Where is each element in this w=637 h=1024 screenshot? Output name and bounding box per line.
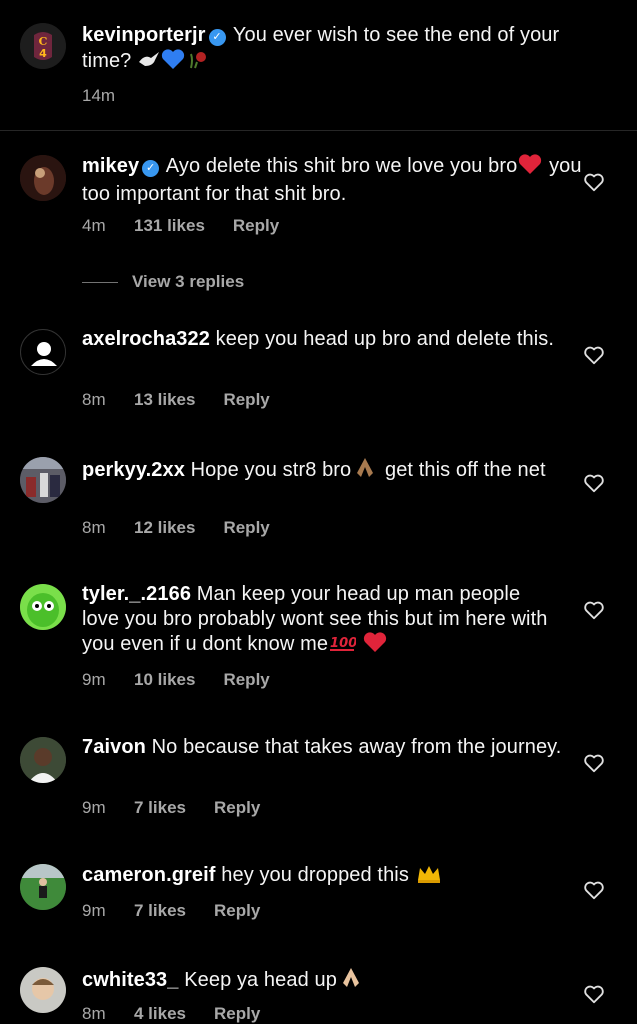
caption-meta: 14m: [82, 86, 134, 106]
comment-likes[interactable]: 131 likes: [134, 216, 205, 236]
hundred-points-emoji-icon: 100: [328, 631, 357, 660]
svg-text:4: 4: [39, 47, 47, 60]
comment-likes[interactable]: 13 likes: [134, 390, 195, 410]
comment-meta: 8m 13 likes Reply: [82, 390, 270, 410]
heart-outline-icon[interactable]: [583, 879, 605, 901]
heart-outline-icon[interactable]: [583, 983, 605, 1005]
reply-button[interactable]: Reply: [214, 901, 260, 921]
heart-outline-icon[interactable]: [583, 472, 605, 494]
comment-meta: 4m 131 likes Reply: [82, 216, 279, 236]
verified-badge-icon: ✓: [142, 160, 160, 177]
comment-perkyy: perkyy.2xx Hope you str8 bro get this of…: [82, 455, 582, 486]
caption-username[interactable]: kevinporterjr: [82, 24, 206, 46]
comment-text-continued: get this off the net: [384, 459, 546, 481]
caption-divider: [0, 130, 637, 131]
caption-text: kevinporterjr ✓ You ever wish to see the …: [82, 23, 582, 76]
comment-text: Hope you str8 bro: [190, 459, 352, 481]
comment-time: 9m: [82, 798, 106, 817]
avatar-axelrocha322[interactable]: [20, 329, 66, 375]
reply-button[interactable]: Reply: [223, 670, 269, 690]
crown-emoji-icon: [415, 862, 443, 891]
wilted-rose-emoji-icon: [185, 48, 209, 77]
comment-username[interactable]: tyler._.2166: [82, 583, 191, 605]
comment-text: Ayo delete this shit bro we love you bro: [165, 155, 518, 177]
comment-meta: 9m 10 likes Reply: [82, 670, 270, 690]
comment-likes[interactable]: 7 likes: [134, 901, 186, 921]
avatar-tyler[interactable]: [20, 584, 66, 630]
caption-avatar[interactable]: C 4: [20, 23, 66, 69]
comment-meta: 8m 4 likes Reply: [82, 1004, 260, 1024]
comment-username[interactable]: perkyy.2xx: [82, 459, 185, 481]
view-replies-button[interactable]: View 3 replies: [82, 270, 244, 294]
comment-time: 8m: [82, 1004, 106, 1023]
comment-7aivon: 7aivon No because that takes away from t…: [82, 735, 582, 760]
comment-username[interactable]: cameron.greif: [82, 864, 216, 886]
avatar-cwhite33[interactable]: [20, 967, 66, 1013]
comment-likes[interactable]: 12 likes: [134, 518, 195, 538]
comment-text: No because that takes away from the jour…: [151, 736, 562, 758]
comment-meta: 8m 12 likes Reply: [82, 518, 270, 538]
reply-button[interactable]: Reply: [223, 518, 269, 538]
caption-time: 14m: [82, 86, 116, 105]
folded-hands-emoji-icon: [351, 455, 379, 486]
blue-heart-emoji-icon: [161, 48, 185, 77]
comment-time: 4m: [82, 216, 106, 235]
comment-mikey: mikey ✓ Ayo delete this shit bro we love …: [82, 153, 582, 206]
red-heart-emoji-icon: [362, 631, 388, 660]
heart-outline-icon[interactable]: [583, 171, 605, 193]
post-caption: C 4 kevinporterjr ✓ You ever wish to see …: [0, 0, 637, 130]
comment-username[interactable]: axelrocha322: [82, 328, 210, 350]
comment-time: 8m: [82, 518, 106, 537]
heart-outline-icon[interactable]: [583, 344, 605, 366]
comment-cameron-greif: cameron.greif hey you dropped this: [82, 862, 582, 891]
comment-username[interactable]: cwhite33_: [82, 969, 179, 991]
avatar-7aivon[interactable]: [20, 737, 66, 783]
comment-tyler: tyler._.2166 Man keep your head up man p…: [82, 582, 562, 660]
comment-time: 9m: [82, 670, 106, 689]
comment-text: keep you head up bro and delete this.: [215, 328, 555, 350]
reply-button[interactable]: Reply: [214, 1004, 260, 1024]
comment-likes[interactable]: 10 likes: [134, 670, 195, 690]
comment-text: hey you dropped this: [221, 864, 409, 886]
comment-meta: 9m 7 likes Reply: [82, 901, 260, 921]
verified-badge-icon: ✓: [208, 29, 226, 46]
comment-meta: 9m 7 likes Reply: [82, 798, 260, 818]
reply-button[interactable]: Reply: [233, 216, 279, 236]
avatar-cameron-greif[interactable]: [20, 864, 66, 910]
comment-time: 8m: [82, 390, 106, 409]
heart-outline-icon[interactable]: [583, 599, 605, 621]
reply-button[interactable]: Reply: [214, 798, 260, 818]
red-heart-emoji-icon: [517, 153, 543, 182]
comment-axelrocha322: axelrocha322 keep you head up bro and de…: [82, 327, 582, 352]
heart-outline-icon[interactable]: [583, 752, 605, 774]
reply-button[interactable]: Reply: [223, 390, 269, 410]
cavaliers-logo-icon: C 4: [20, 23, 66, 69]
view-replies-label: View 3 replies: [132, 272, 245, 291]
comment-username[interactable]: mikey: [82, 155, 139, 177]
comment-cwhite33: cwhite33_ Keep ya head up: [82, 965, 582, 996]
svg-text:100: 100: [330, 636, 356, 651]
folded-hands-emoji-icon: [337, 965, 365, 996]
dove-emoji-icon: [137, 50, 161, 77]
comment-likes[interactable]: 4 likes: [134, 1004, 186, 1024]
comment-likes[interactable]: 7 likes: [134, 798, 186, 818]
avatar-mikey[interactable]: [20, 155, 66, 201]
comment-time: 9m: [82, 901, 106, 920]
comment-text: Keep ya head up: [184, 969, 337, 991]
view-replies-line: [82, 281, 118, 283]
comment-username[interactable]: 7aivon: [82, 736, 146, 758]
avatar-perkyy[interactable]: [20, 457, 66, 503]
